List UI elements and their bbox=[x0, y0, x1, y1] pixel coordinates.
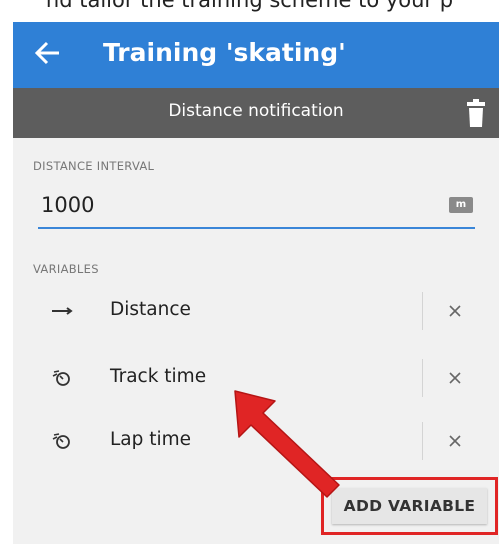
distance-interval-input[interactable]: 1000 m bbox=[38, 187, 475, 229]
divider bbox=[422, 422, 423, 460]
app-bar: Training 'skating' bbox=[13, 22, 499, 88]
divider bbox=[422, 292, 423, 330]
phone-screen: Training 'skating' Distance notification… bbox=[13, 22, 499, 544]
variable-label: Distance bbox=[110, 299, 191, 320]
trash-icon[interactable] bbox=[467, 99, 485, 127]
distance-interval-label: DISTANCE INTERVAL bbox=[33, 159, 155, 173]
unit-badge: m bbox=[449, 197, 473, 213]
top-caption: nd tailor the training scheme to your p bbox=[45, 0, 454, 12]
page-title: Training 'skating' bbox=[103, 38, 346, 67]
section-title: Distance notification bbox=[168, 101, 344, 121]
stopwatch-icon bbox=[52, 433, 70, 449]
close-icon[interactable] bbox=[443, 299, 467, 323]
arrow-left-icon[interactable] bbox=[33, 38, 63, 68]
arrow-right-icon bbox=[52, 307, 73, 315]
section-header: Distance notification bbox=[13, 88, 499, 138]
divider bbox=[422, 359, 423, 397]
variables-label: VARIABLES bbox=[33, 262, 99, 276]
close-icon[interactable] bbox=[443, 366, 467, 390]
variable-label: Track time bbox=[110, 366, 207, 387]
add-variable-button[interactable]: ADD VARIABLE bbox=[332, 488, 487, 524]
stopwatch-icon bbox=[52, 370, 70, 386]
variable-label: Lap time bbox=[110, 429, 192, 450]
variable-row-distance[interactable]: Distance bbox=[13, 282, 499, 340]
distance-interval-value[interactable]: 1000 bbox=[41, 193, 94, 217]
close-icon[interactable] bbox=[443, 429, 467, 453]
annotation-arrow-icon bbox=[234, 390, 340, 498]
